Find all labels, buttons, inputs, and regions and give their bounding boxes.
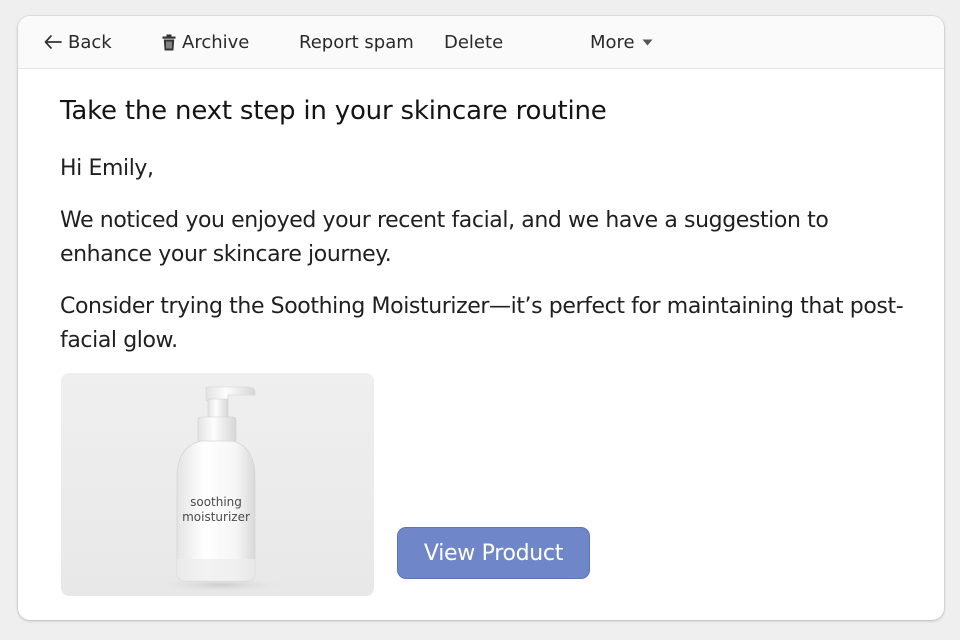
archive-button[interactable]: Archive bbox=[162, 31, 249, 53]
email-subject: Take the next step in your skincare rout… bbox=[60, 96, 607, 126]
bottle-label-line: moisturizer bbox=[182, 510, 250, 524]
view-product-button[interactable]: View Product bbox=[397, 527, 590, 579]
more-menu-button[interactable]: More bbox=[590, 31, 653, 53]
more-label: More bbox=[590, 31, 635, 53]
moisturizer-bottle-illustration bbox=[151, 386, 291, 593]
email-paragraph: Consider trying the Soothing Moisturizer… bbox=[60, 294, 904, 353]
arrow-left-icon bbox=[44, 35, 62, 49]
caret-down-icon bbox=[642, 39, 653, 46]
product-image: soothing moisturizer bbox=[61, 373, 374, 596]
email-greeting: Hi Emily, bbox=[60, 156, 154, 181]
delete-label: Delete bbox=[444, 31, 504, 53]
email-paragraph: We noticed you enjoyed your recent facia… bbox=[60, 208, 829, 267]
trash-icon bbox=[162, 34, 176, 51]
archive-label: Archive bbox=[182, 31, 250, 53]
email-toolbar: Back Archive Report spam Delete More bbox=[18, 16, 944, 69]
back-label: Back bbox=[68, 31, 112, 53]
bottle-label-line: soothing bbox=[190, 495, 242, 509]
delete-button[interactable]: Delete bbox=[444, 31, 503, 53]
report-spam-button[interactable]: Report spam bbox=[299, 31, 414, 53]
report-spam-label: Report spam bbox=[299, 31, 414, 53]
back-button[interactable]: Back bbox=[44, 31, 112, 53]
